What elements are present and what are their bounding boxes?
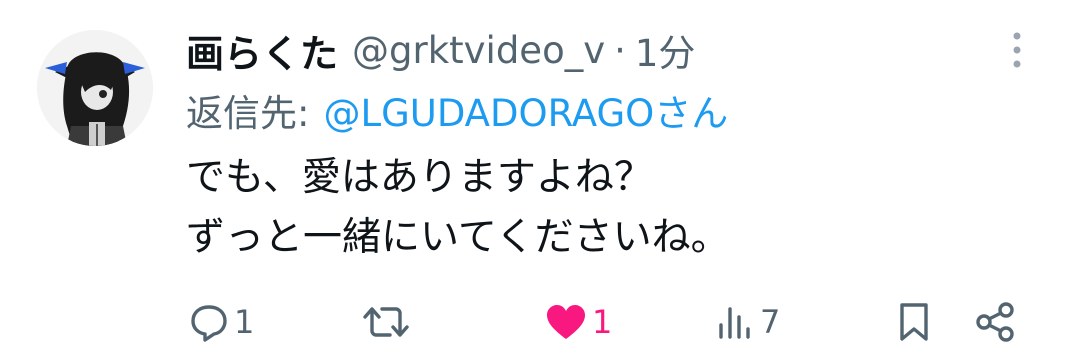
reply-count: 1 bbox=[234, 303, 255, 341]
share-button[interactable] bbox=[974, 292, 1018, 352]
heart-icon bbox=[547, 305, 585, 339]
share-icon bbox=[976, 302, 1014, 342]
like-button[interactable]: 1 bbox=[544, 292, 612, 352]
tweet-header: 画らくた @grktvideo_v · 1分 bbox=[186, 22, 695, 78]
bookmark-icon bbox=[900, 303, 928, 341]
separator-dot: · bbox=[614, 28, 626, 72]
timestamp[interactable]: 1分 bbox=[635, 23, 696, 77]
tweet-text-line: ずっと一緒にいてくださいね。 bbox=[186, 215, 730, 260]
reply-prefix: 返信先: bbox=[186, 92, 310, 135]
reply-context: 返信先: @LGUDADORAGOさん bbox=[186, 82, 728, 138]
user-handle[interactable]: @grktvideo_v bbox=[352, 29, 605, 72]
display-name[interactable]: 画らくた bbox=[186, 23, 338, 78]
bookmark-button[interactable] bbox=[896, 292, 932, 352]
views-count: 7 bbox=[760, 303, 781, 341]
avatar-image bbox=[37, 30, 153, 146]
more-icon bbox=[1013, 32, 1021, 68]
tweet-text: でも、愛はありますよね？ ずっと一緒にいてくださいね。 bbox=[186, 148, 730, 268]
retweet-button[interactable] bbox=[362, 292, 414, 352]
action-bar: 1 1 7 bbox=[0, 292, 1077, 352]
like-count: 1 bbox=[592, 303, 613, 341]
reply-button[interactable]: 1 bbox=[188, 292, 254, 352]
views-button[interactable]: 7 bbox=[716, 292, 780, 352]
views-icon bbox=[719, 307, 750, 339]
retweet-icon bbox=[363, 307, 409, 337]
tweet-text-line: でも、愛はありますよね？ bbox=[186, 155, 653, 200]
reply-icon bbox=[191, 305, 227, 342]
avatar[interactable] bbox=[37, 30, 153, 146]
tweet[interactable]: 画らくた @grktvideo_v · 1分 返信先: @LGUDADORAGO… bbox=[0, 0, 1077, 359]
reply-target-link[interactable]: @LGUDADORAGOさん bbox=[323, 83, 728, 137]
more-options-button[interactable] bbox=[1000, 28, 1034, 72]
